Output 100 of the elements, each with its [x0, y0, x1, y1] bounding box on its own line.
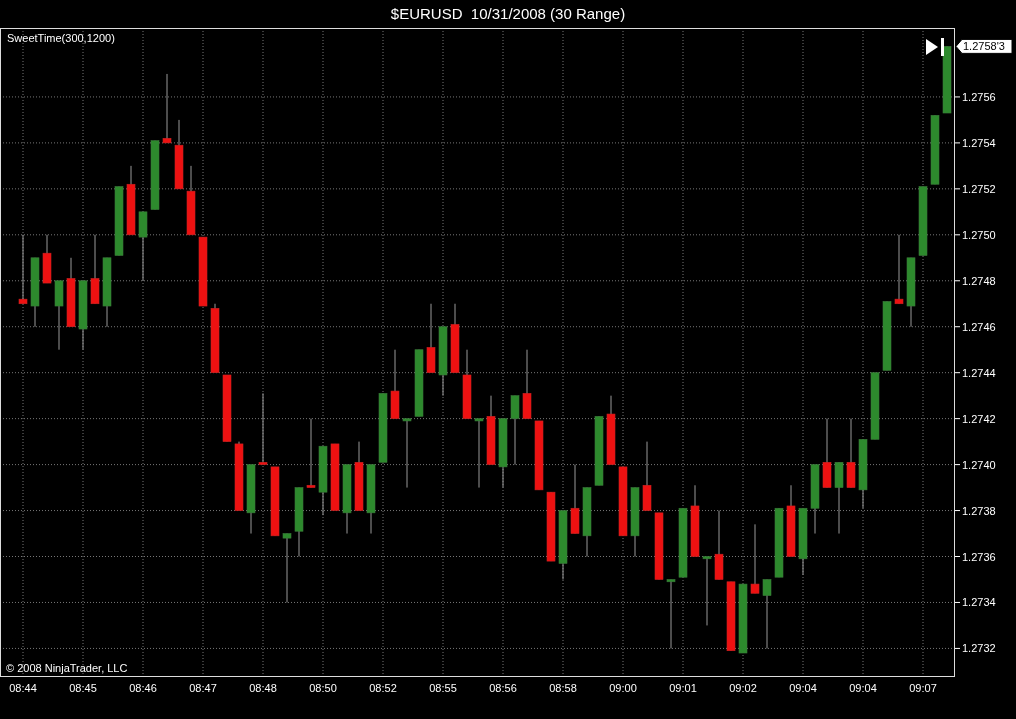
candle	[234, 441, 244, 512]
candle	[222, 374, 232, 443]
candle	[198, 236, 208, 307]
candle	[138, 211, 148, 282]
candle	[402, 418, 412, 489]
candle	[66, 257, 76, 328]
candle	[858, 438, 868, 509]
axis-label: 08:52	[369, 682, 397, 694]
candle	[630, 487, 640, 557]
candle	[522, 349, 532, 420]
candle	[54, 280, 64, 351]
candle	[558, 510, 568, 580]
scroll-to-end-icon[interactable]	[926, 38, 944, 56]
axis-label: 09:01	[669, 682, 697, 694]
candle	[174, 119, 184, 190]
candle	[342, 464, 352, 535]
candle	[282, 533, 292, 603]
copyright-text: © 2008 NinjaTrader, LLC	[6, 662, 128, 674]
candle	[642, 441, 652, 512]
candle	[18, 234, 28, 305]
axis-label: 1.2750	[962, 228, 996, 241]
axis-label: 1.2742	[962, 412, 996, 425]
candle	[570, 464, 580, 535]
candle	[354, 441, 364, 512]
candle	[870, 372, 880, 440]
candle	[918, 186, 928, 256]
candle	[306, 418, 316, 489]
axis-label: 1.2754	[962, 136, 996, 149]
candle	[882, 300, 892, 371]
candle	[810, 464, 820, 535]
axis-label: 08:56	[489, 682, 517, 694]
axis-label: 09:07	[909, 682, 937, 694]
candle	[774, 507, 784, 578]
candle	[246, 464, 256, 535]
candle	[534, 420, 544, 491]
candle	[438, 326, 448, 397]
candle	[762, 579, 772, 649]
candle	[378, 392, 388, 463]
axis-label: 09:02	[729, 682, 757, 694]
axis-label: 08:55	[429, 682, 457, 694]
candle	[78, 280, 88, 351]
axis-label: 1.2734	[962, 596, 996, 609]
candle	[846, 418, 856, 489]
candle	[318, 445, 328, 516]
candle	[270, 466, 280, 537]
candle	[210, 303, 220, 374]
axis-label: 1.2736	[962, 550, 996, 563]
candle	[678, 507, 688, 578]
candle	[582, 487, 592, 557]
candle	[894, 234, 904, 305]
candle	[606, 395, 616, 466]
candle	[42, 234, 52, 284]
candle	[510, 395, 520, 466]
candle	[366, 464, 376, 535]
candle	[462, 349, 472, 420]
candle	[390, 349, 400, 420]
candle	[930, 114, 940, 185]
axis-label: 08:48	[249, 682, 277, 694]
candle	[618, 466, 628, 537]
candle	[906, 257, 916, 328]
axis-label: 08:44	[9, 682, 37, 694]
axis-label: 1.2752	[962, 182, 996, 195]
candle	[714, 510, 724, 580]
candle	[162, 73, 172, 144]
candle	[486, 395, 496, 466]
axis-label: 1.2744	[962, 366, 996, 379]
candle	[738, 583, 748, 654]
candle	[30, 257, 40, 328]
candle	[750, 523, 760, 594]
candle	[150, 140, 160, 211]
axis-label: 1.2738	[962, 504, 996, 517]
candle	[654, 512, 664, 580]
candle	[102, 257, 112, 328]
candle	[546, 491, 556, 562]
axis-label: 1.2746	[962, 320, 996, 333]
axis-label: 1.2748	[962, 274, 996, 287]
candle	[726, 581, 736, 652]
indicator-label: SweetTime(300,1200)	[7, 32, 115, 44]
last-price-label: 1.2758'3	[955, 38, 1013, 54]
candle	[426, 303, 436, 374]
candle	[822, 418, 832, 489]
candle	[126, 165, 136, 236]
candle	[474, 418, 484, 489]
candle	[942, 45, 952, 114]
candle	[594, 415, 604, 486]
candle	[114, 186, 124, 256]
axis-label: 08:58	[549, 682, 577, 694]
window-title: $EURUSD 10/31/2008 (30 Range)	[390, 5, 626, 23]
axis-label: 09:04	[789, 682, 817, 694]
candle	[498, 418, 508, 489]
axis-label: 08:47	[189, 682, 217, 694]
axis-label: 1.2740	[962, 458, 996, 471]
candle	[90, 234, 100, 305]
candle	[294, 487, 304, 557]
axis-label: 09:04	[849, 682, 877, 694]
axis-label: 09:00	[609, 682, 637, 694]
candle	[186, 165, 196, 236]
candle	[666, 579, 676, 649]
axis-label: 08:45	[69, 682, 97, 694]
candle	[414, 349, 424, 417]
